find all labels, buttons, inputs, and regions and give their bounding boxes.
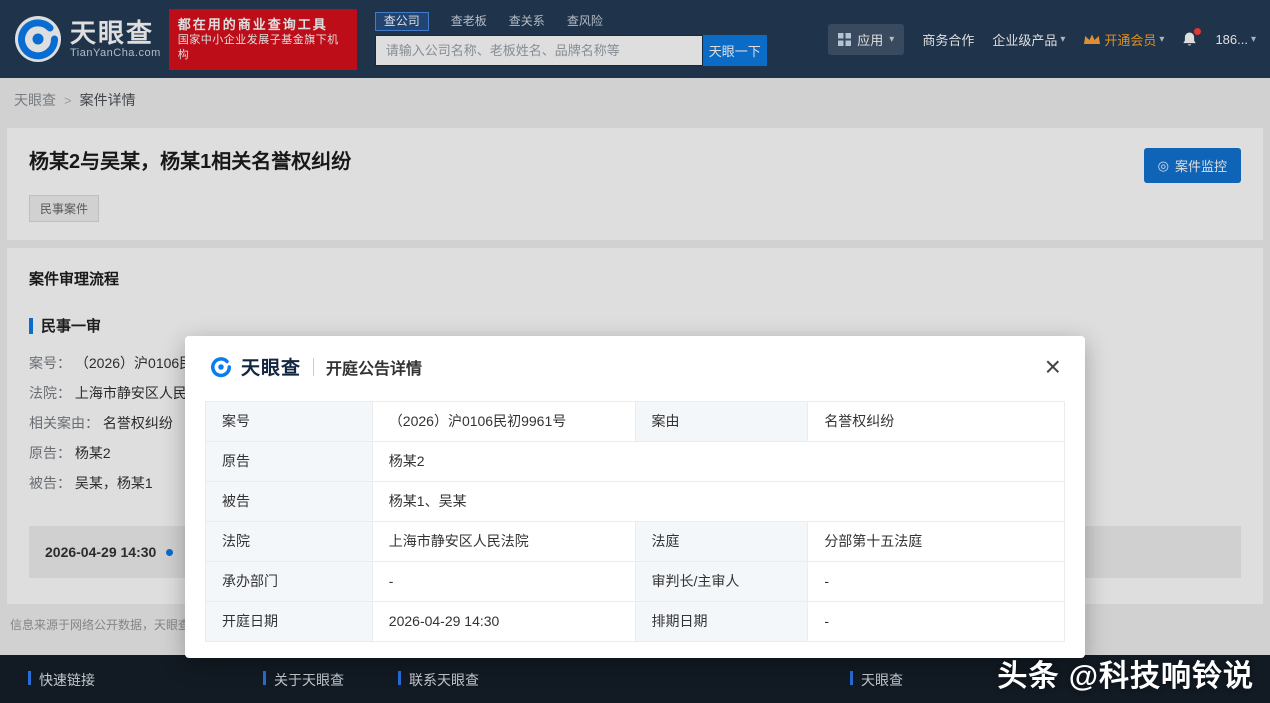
watermark-text: 头条 @科技响铃说 xyxy=(997,660,1254,693)
cell-label-courtroom: 法庭 xyxy=(634,521,809,562)
modal-logo-icon xyxy=(209,355,233,379)
cell-value-schedule-date: - xyxy=(807,601,1065,642)
cell-value-department: - xyxy=(371,561,636,602)
cell-value-defendant: 杨某1、吴某 xyxy=(371,481,1066,522)
table-row: 原告 杨某2 xyxy=(205,441,1066,482)
cell-value-court: 上海市静安区人民法院 xyxy=(371,521,636,562)
hearing-detail-modal: 天眼查 开庭公告详情 × 案号 （2026）沪0106民初9961号 案由 名誉… xyxy=(185,336,1085,658)
cell-value-courtroom: 分部第十五法庭 xyxy=(807,521,1065,562)
cell-label-hearing-date: 开庭日期 xyxy=(205,601,373,642)
cell-label-schedule-date: 排期日期 xyxy=(634,601,809,642)
table-row: 法院 上海市静安区人民法院 法庭 分部第十五法庭 xyxy=(205,521,1065,562)
table-row: 开庭日期 2026-04-29 14:30 排期日期 - xyxy=(205,601,1065,642)
cell-label-plaintiff: 原告 xyxy=(205,441,373,482)
hearing-detail-table: 案号 （2026）沪0106民初9961号 案由 名誉权纠纷 原告 杨某2 被告… xyxy=(205,401,1066,642)
cell-label-court: 法院 xyxy=(205,521,373,562)
table-row: 承办部门 - 审判长/主审人 - xyxy=(205,561,1065,602)
cell-label-cause: 案由 xyxy=(634,401,809,442)
cell-label-defendant: 被告 xyxy=(205,481,373,522)
modal-brand: 天眼查 xyxy=(241,358,302,379)
modal-title-divider xyxy=(313,357,315,376)
table-row: 案号 （2026）沪0106民初9961号 案由 名誉权纠纷 xyxy=(205,401,1065,442)
modal-close-icon[interactable]: × xyxy=(1041,352,1065,380)
cell-value-plaintiff: 杨某2 xyxy=(371,441,1066,482)
cell-label-department: 承办部门 xyxy=(205,561,373,602)
table-row: 被告 杨某1、吴某 xyxy=(205,481,1066,522)
modal-title: 开庭公告详情 xyxy=(326,360,423,378)
cell-value-judge: - xyxy=(807,561,1065,602)
modal-header: 天眼查 开庭公告详情 × xyxy=(185,336,1085,393)
cell-value-case-number: （2026）沪0106民初9961号 xyxy=(371,401,636,442)
cell-value-hearing-date: 2026-04-29 14:30 xyxy=(371,601,636,642)
cell-label-judge: 审判长/主审人 xyxy=(634,561,809,602)
cell-value-cause: 名誉权纠纷 xyxy=(807,401,1065,442)
cell-label-case-number: 案号 xyxy=(205,401,373,442)
